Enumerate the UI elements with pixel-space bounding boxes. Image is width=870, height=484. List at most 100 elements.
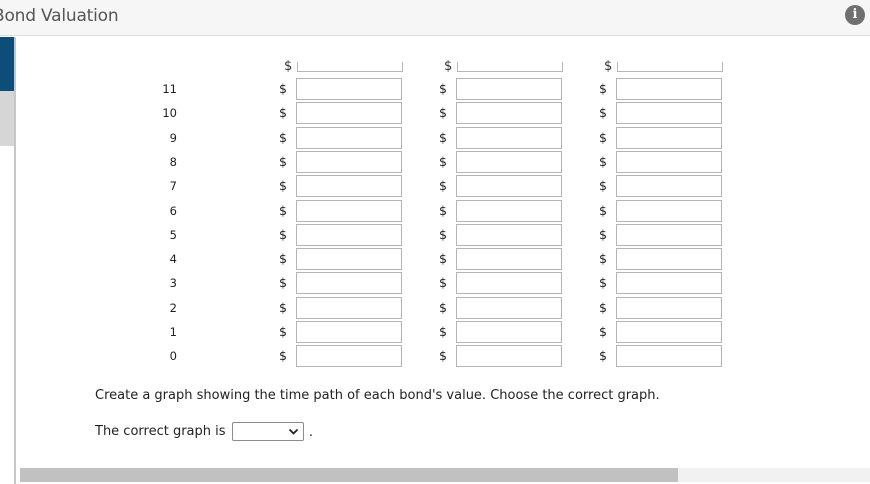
value-input[interactable]: [457, 62, 563, 72]
bond-value-input[interactable]: [296, 102, 402, 124]
currency-symbol: $: [599, 227, 607, 242]
horizontal-scrollbar-thumb[interactable]: [20, 468, 678, 482]
chevron-down-icon: [288, 428, 298, 435]
bond-value-input[interactable]: [456, 248, 562, 270]
currency-symbol: $: [279, 178, 287, 193]
title-bar: Bond Valuation i: [0, 0, 870, 36]
bond-value-input[interactable]: [616, 175, 722, 197]
table-row: 6 $ $ $: [0, 200, 870, 222]
currency-symbol: $: [279, 154, 287, 169]
value-input[interactable]: [617, 62, 723, 72]
currency-symbol: $: [279, 251, 287, 266]
bond-value-input[interactable]: [456, 200, 562, 222]
bond-value-input[interactable]: [296, 200, 402, 222]
bond-value-input[interactable]: [616, 102, 722, 124]
table-row: 3 $ $ $: [0, 272, 870, 294]
currency-symbol: $: [279, 203, 287, 218]
table-row: 7 $ $ $: [0, 175, 870, 197]
bond-value-input[interactable]: [616, 200, 722, 222]
bond-value-input[interactable]: [616, 297, 722, 319]
bond-value-input[interactable]: [456, 175, 562, 197]
currency-symbol: $: [439, 251, 447, 266]
year-label: 2: [169, 301, 177, 315]
currency-symbol: $: [599, 81, 607, 96]
bond-value-input[interactable]: [296, 272, 402, 294]
currency-symbol: $: [439, 130, 447, 145]
instruction-text: Create a graph showing the time path of …: [95, 388, 660, 403]
currency-symbol: $: [439, 178, 447, 193]
bond-value-input[interactable]: [296, 127, 402, 149]
year-label: 10: [162, 106, 177, 120]
bond-value-input[interactable]: [456, 151, 562, 173]
table-row: 5 $ $ $: [0, 224, 870, 246]
currency-symbol: $: [599, 154, 607, 169]
bond-value-input[interactable]: [296, 151, 402, 173]
currency-symbol: $: [279, 324, 287, 339]
bond-value-input[interactable]: [456, 102, 562, 124]
bond-value-input[interactable]: [296, 248, 402, 270]
bond-value-input[interactable]: [616, 224, 722, 246]
year-label: 6: [169, 204, 177, 218]
bond-value-input[interactable]: [456, 297, 562, 319]
currency-symbol: $: [279, 130, 287, 145]
year-label: 11: [162, 82, 177, 96]
currency-symbol: $: [279, 300, 287, 315]
currency-symbol: $: [279, 105, 287, 120]
currency-symbol: $: [439, 348, 447, 363]
bond-value-input[interactable]: [296, 345, 402, 367]
currency-symbol: $: [279, 348, 287, 363]
year-label: 0: [169, 349, 177, 363]
bond-value-input[interactable]: [296, 224, 402, 246]
bond-value-input[interactable]: [456, 224, 562, 246]
bond-value-input[interactable]: [616, 345, 722, 367]
currency-symbol: $: [439, 300, 447, 315]
bond-value-input[interactable]: [296, 78, 402, 100]
table-row: 4 $ $ $: [0, 248, 870, 270]
bond-value-input[interactable]: [616, 248, 722, 270]
year-label: 5: [169, 228, 177, 242]
bond-value-input[interactable]: [296, 321, 402, 343]
currency-symbol: $: [599, 203, 607, 218]
table-row: 9 $ $ $: [0, 127, 870, 149]
graph-select[interactable]: [231, 422, 304, 441]
bond-value-input[interactable]: [616, 151, 722, 173]
table-row: 8 $ $ $: [0, 151, 870, 173]
bond-value-input[interactable]: [456, 345, 562, 367]
page-title: Bond Valuation: [0, 6, 119, 26]
bond-value-input[interactable]: [456, 272, 562, 294]
year-label: 4: [169, 252, 177, 266]
currency-symbol: $: [439, 154, 447, 169]
year-label: 7: [169, 179, 177, 193]
currency-symbol: $: [444, 59, 453, 74]
answer-line: The correct graph is .: [95, 422, 313, 442]
bond-value-input[interactable]: [456, 321, 562, 343]
currency-symbol: $: [599, 178, 607, 193]
currency-symbol: $: [599, 251, 607, 266]
year-label: 9: [169, 131, 177, 145]
bond-value-input[interactable]: [296, 175, 402, 197]
bond-value-input[interactable]: [616, 321, 722, 343]
currency-symbol: $: [439, 324, 447, 339]
currency-symbol: $: [284, 59, 293, 74]
currency-symbol: $: [599, 348, 607, 363]
answer-suffix: .: [308, 425, 313, 440]
table-row: 1 $ $ $: [0, 321, 870, 343]
value-input[interactable]: [297, 62, 403, 72]
bond-value-input[interactable]: [616, 272, 722, 294]
currency-symbol: $: [599, 324, 607, 339]
bond-value-input[interactable]: [616, 78, 722, 100]
bond-value-input[interactable]: [456, 78, 562, 100]
bond-value-input[interactable]: [456, 127, 562, 149]
table-row: 0 $ $ $: [0, 345, 870, 367]
currency-symbol: $: [599, 300, 607, 315]
year-label: 3: [169, 276, 177, 290]
currency-symbol: $: [439, 105, 447, 120]
currency-symbol: $: [599, 105, 607, 120]
table-row: 2 $ $ $: [0, 297, 870, 319]
info-icon[interactable]: i: [845, 5, 865, 25]
bond-value-input[interactable]: [296, 297, 402, 319]
currency-symbol: $: [604, 59, 613, 74]
currency-symbol: $: [439, 203, 447, 218]
bond-value-input[interactable]: [616, 127, 722, 149]
currency-symbol: $: [279, 227, 287, 242]
